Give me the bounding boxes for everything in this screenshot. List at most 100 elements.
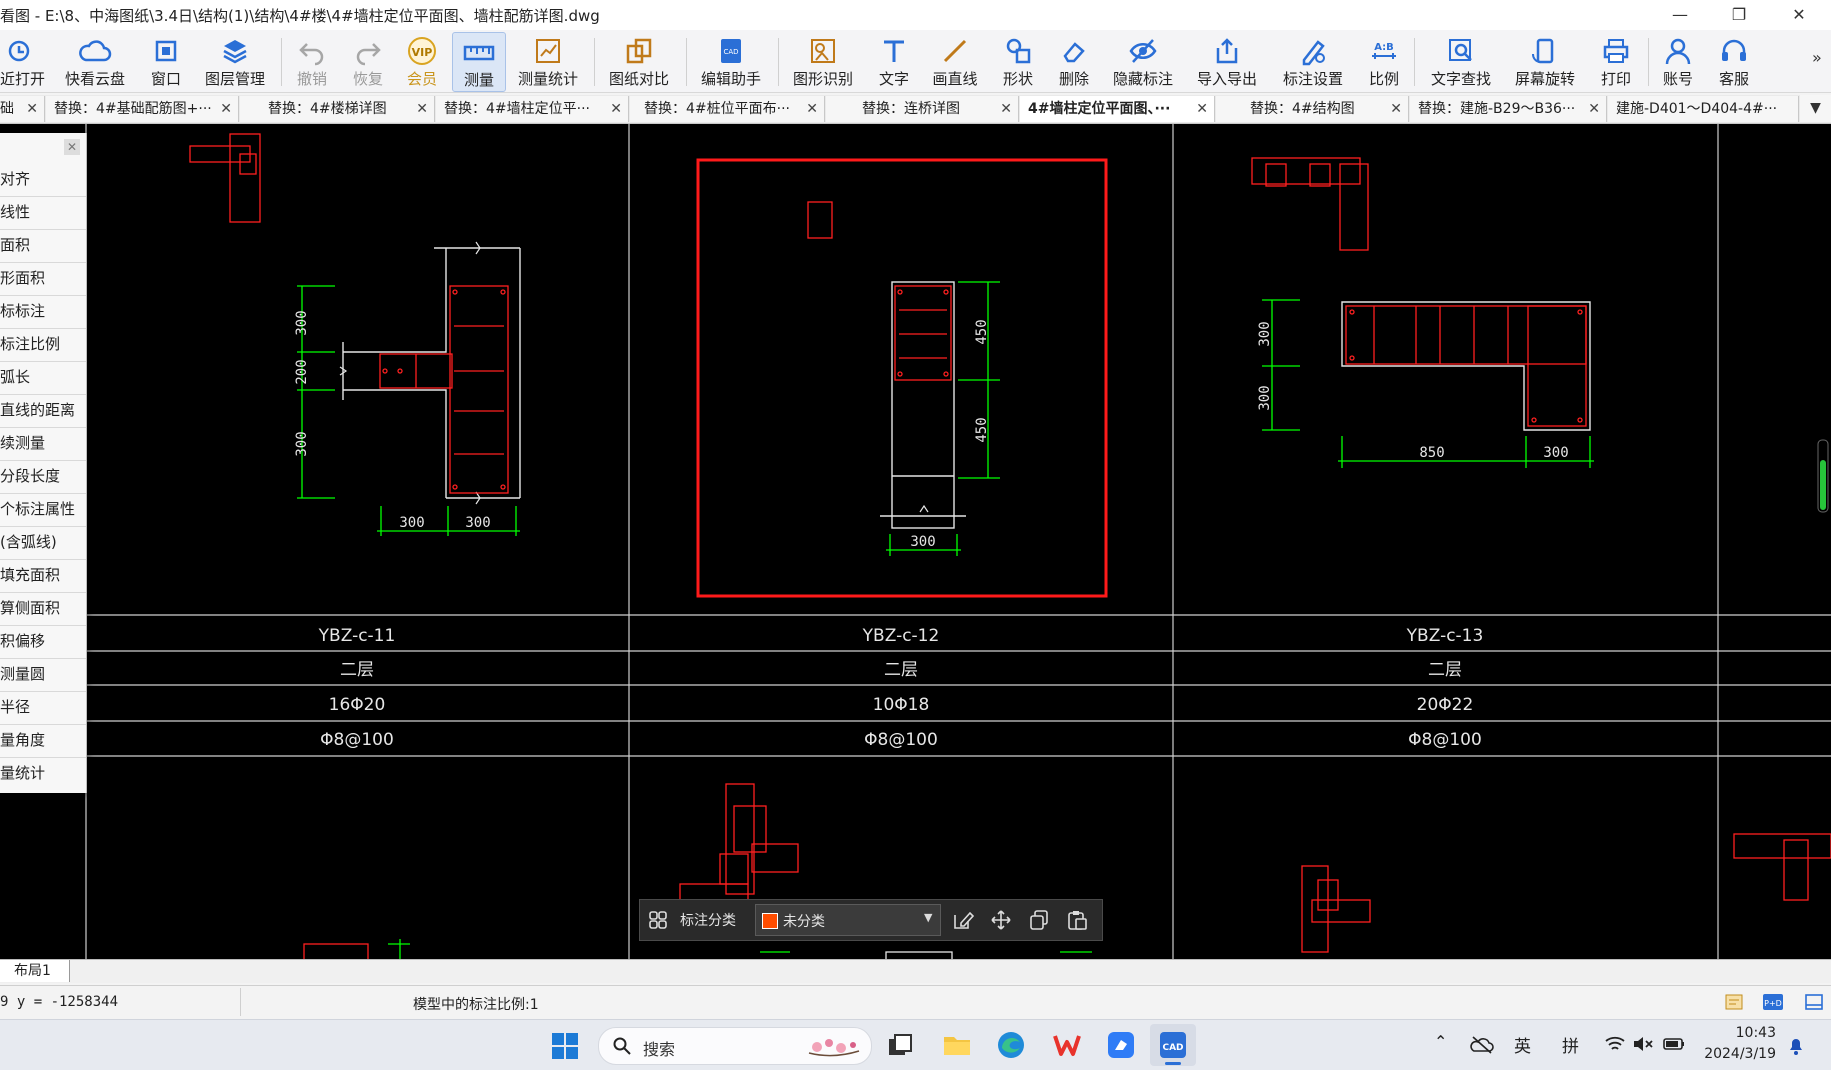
measure-tool-item[interactable]: 半径	[0, 691, 86, 725]
tab-layout1[interactable]: 布局1	[0, 960, 70, 982]
toolbar-redo-button[interactable]: 恢复	[348, 32, 388, 90]
tab-close-icon[interactable]: ✕	[1196, 96, 1208, 122]
measure-tool-item[interactable]: 形面积	[0, 262, 86, 296]
tab-close-icon[interactable]: ✕	[26, 96, 38, 122]
tab-close-icon[interactable]: ✕	[1390, 96, 1402, 122]
edit-annotation-icon[interactable]	[952, 909, 974, 931]
tab-item[interactable]: 替换：4#桩位平面布··· ✕	[630, 96, 825, 122]
taskbar-clock-date[interactable]: 2024/3/19	[1700, 1046, 1776, 1062]
measure-tool-item[interactable]: 标标注	[0, 295, 86, 329]
minimize-button[interactable]: —	[1657, 0, 1703, 30]
toolbar-undo-button[interactable]: 撤销	[292, 32, 332, 90]
grid-menu-icon[interactable]	[648, 910, 668, 930]
tab-item[interactable]: 替换：4#结构图 ✕	[1216, 96, 1409, 122]
column-name-ybz-c-12: YBZ-c-12	[862, 626, 940, 646]
file-explorer-icon[interactable]	[942, 1031, 972, 1059]
toolbar-cloud-button[interactable]: 快看云盘	[60, 32, 130, 90]
toolbar-account-button[interactable]: 账号	[1658, 32, 1698, 90]
measure-tool-item[interactable]: 填充面积	[0, 559, 86, 593]
tab-item[interactable]: 替换：建施-B29～B36··· ✕	[1410, 96, 1607, 122]
wps-office-icon[interactable]	[1052, 1030, 1082, 1060]
ime-language-indicator[interactable]: 英	[1514, 1032, 1531, 1057]
measure-tool-item[interactable]: 个标注属性	[0, 493, 86, 527]
tab-close-icon[interactable]: ✕	[1000, 96, 1012, 122]
chevron-up-icon[interactable]: ⌃	[1434, 1032, 1447, 1051]
measure-tool-item[interactable]: 对齐	[0, 163, 86, 197]
toolbar-window-button[interactable]: 窗口	[142, 32, 190, 90]
toolbar-vip-button[interactable]: VIP 会员	[402, 32, 442, 90]
measure-tool-item[interactable]: 量统计	[0, 757, 86, 790]
measure-tool-item[interactable]: 续测量	[0, 427, 86, 461]
measure-tool-item[interactable]: 直线的距离	[0, 394, 86, 428]
notes-icon[interactable]	[1724, 992, 1744, 1012]
tab-item[interactable]: 替换：4#楼梯详图 ✕	[240, 96, 435, 122]
measure-tool-item[interactable]: 面积	[0, 229, 86, 263]
toolbar-shapes-button[interactable]: 形状	[998, 32, 1038, 90]
toolbar-text-button[interactable]: 文字	[874, 32, 914, 90]
toolbar-hide-annotations-button[interactable]: 隐藏标注	[1110, 32, 1176, 90]
measure-tool-item[interactable]: 量角度	[0, 724, 86, 758]
toolbar-more-button[interactable]: »	[1812, 48, 1822, 67]
notification-bell-icon[interactable]	[1786, 1035, 1806, 1057]
toolbar-support-button[interactable]: 客服	[1714, 32, 1754, 90]
toolbar-annotation-settings-button[interactable]: 标注设置	[1280, 32, 1346, 90]
onedrive-icon[interactable]	[1470, 1034, 1494, 1056]
tab-close-icon[interactable]: ✕	[1588, 96, 1600, 122]
wifi-icon[interactable]	[1604, 1034, 1626, 1054]
toolbar-layers-button[interactable]: 图层管理	[202, 32, 268, 90]
svg-text:二层: 二层	[1428, 660, 1462, 680]
tab-close-icon[interactable]: ✕	[610, 96, 622, 122]
edge-browser-icon[interactable]	[996, 1030, 1026, 1060]
cad-app-taskbar-button[interactable]: CAD	[1150, 1024, 1196, 1066]
toolbar-text-search-button[interactable]: 文字查找	[1428, 32, 1494, 90]
maximize-button[interactable]: ❐	[1716, 0, 1762, 30]
taskbar-clock-time[interactable]: 10:43	[1700, 1025, 1776, 1041]
toolbar-compare-button[interactable]: 图纸对比	[606, 32, 672, 90]
toolbar-scale-button[interactable]: A:B 比例	[1364, 32, 1404, 90]
tab-list-dropdown[interactable]: ▼	[1800, 95, 1831, 122]
tab-close-icon[interactable]: ✕	[806, 96, 818, 122]
toolbar-delete-button[interactable]: 删除	[1054, 32, 1094, 90]
measure-tool-item[interactable]: 测量圆	[0, 658, 86, 692]
task-view-icon[interactable]	[886, 1032, 914, 1060]
panel-close-button[interactable]: ✕	[64, 139, 80, 155]
measure-tool-item[interactable]: 弧长	[0, 361, 86, 395]
measure-tool-item[interactable]: 线性	[0, 196, 86, 230]
measure-tool-item[interactable]: (含弧线)	[0, 526, 86, 560]
tab-item[interactable]: 替换：连桥详图 ✕	[826, 96, 1019, 122]
measure-tool-item[interactable]: 分段长度	[0, 460, 86, 494]
tab-item[interactable]: 替换：4#基础配筋图+··· ✕	[46, 96, 239, 122]
close-window-button[interactable]: ✕	[1776, 0, 1822, 30]
drawing-canvas[interactable]: 300 200 300 300 300 450 450 300 300 300 …	[0, 124, 1831, 959]
taskbar-search-box[interactable]: 搜索	[598, 1027, 872, 1065]
toolbar-measure-button[interactable]: 测量	[452, 32, 506, 92]
copy-icon[interactable]	[1028, 909, 1050, 931]
annotation-category-select[interactable]: 未分类 ▼	[755, 904, 941, 936]
tab-item[interactable]: 替换：4#墙柱定位平··· ✕	[436, 96, 629, 122]
ime-mode-indicator[interactable]: 拼	[1562, 1032, 1579, 1057]
tab-close-icon[interactable]: ✕	[220, 96, 232, 122]
move-icon[interactable]	[990, 909, 1012, 931]
paste-icon[interactable]	[1066, 909, 1088, 931]
battery-icon[interactable]	[1662, 1034, 1686, 1054]
toolbar-edit-assistant-button[interactable]: CAD 编辑助手	[698, 32, 764, 90]
toolbar-measure-stats-button[interactable]: 测量统计	[516, 32, 580, 90]
toolbar-shape-recognize-button[interactable]: 图形识别	[790, 32, 856, 90]
measure-tool-item[interactable]: 标注比例	[0, 328, 86, 362]
windows-start-icon[interactable]	[551, 1032, 579, 1060]
tab-close-icon[interactable]: ✕	[416, 96, 428, 122]
toolbar-recent-open-button[interactable]: 近打开	[0, 32, 45, 90]
toolbar-line-button[interactable]: 画直线	[930, 32, 980, 90]
tab-item[interactable]: 础 ✕	[0, 96, 45, 122]
measure-tool-item[interactable]: 算侧面积	[0, 592, 86, 626]
toolbar-rotate-screen-button[interactable]: 屏幕旋转	[1512, 32, 1578, 90]
tab-item[interactable]: 建施-D401～D404-4#···	[1608, 96, 1799, 122]
panel-toggle-icon[interactable]	[1804, 992, 1824, 1012]
tab-active-document[interactable]: 4#墙柱定位平面图、··· ✕	[1020, 96, 1215, 122]
measure-tool-item[interactable]: 积偏移	[0, 625, 86, 659]
pd-toggle-icon[interactable]: P+D	[1762, 992, 1784, 1012]
speaker-muted-icon[interactable]	[1632, 1034, 1654, 1054]
feishu-app-icon[interactable]	[1106, 1030, 1136, 1060]
toolbar-print-button[interactable]: 打印	[1596, 32, 1636, 90]
toolbar-import-export-button[interactable]: 导入导出	[1194, 32, 1260, 90]
